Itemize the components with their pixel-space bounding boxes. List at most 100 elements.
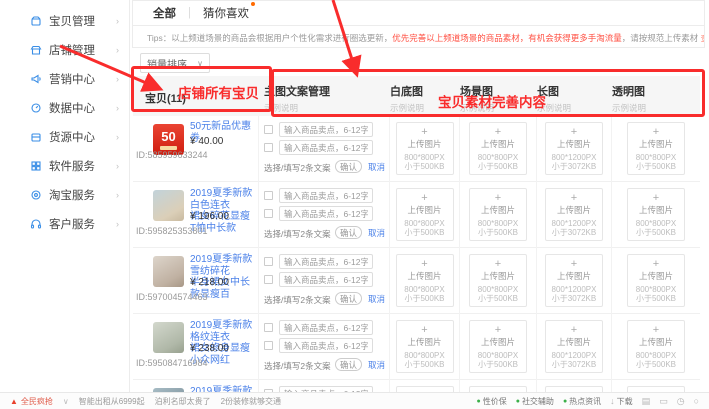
cancel-button[interactable]: 取消 xyxy=(368,293,385,305)
window-icon[interactable]: ▭ xyxy=(659,396,668,407)
download-button[interactable]: ↓下载 xyxy=(610,396,633,407)
sidebar-item-supply-center[interactable]: 货源中心 › xyxy=(0,122,129,151)
tips-text: Tips：以上频道场景的商品会根据用户个性化需求进行圈选更新， xyxy=(147,33,392,43)
tool-label: 性价保 xyxy=(483,396,507,407)
circle-icon[interactable]: ○ xyxy=(694,396,699,406)
long-cell: +上传图片800*1200PX小于3072KB xyxy=(537,248,612,314)
sidebar-item-taobao-service[interactable]: 淘宝服务 › xyxy=(0,180,129,209)
sidebar-item-label: 店铺管理 xyxy=(49,42,95,58)
bottom-link[interactable]: 2份装修就够交通 xyxy=(221,396,281,407)
bottom-link[interactable]: 智能出租从6999起 xyxy=(79,396,145,407)
product-thumbnail[interactable] xyxy=(153,322,184,353)
title-line1: 2019夏季新款雪纺碎花 xyxy=(190,254,252,277)
upload-label: 上传图片 xyxy=(470,336,526,348)
upload-long-button[interactable]: +上传图片800*1200PX小于3072KB xyxy=(545,188,603,241)
upload-long-button[interactable]: +上传图片800*1200PX小于3072KB xyxy=(545,320,603,373)
product-thumbnail[interactable] xyxy=(153,256,184,287)
upload-whitebg-button[interactable]: +上传图片800*800PX小于500KB xyxy=(396,188,454,241)
header-whitebg-label: 白底图 xyxy=(390,83,460,99)
store-icon xyxy=(30,131,42,143)
upload-scene-button[interactable]: +上传图片800*800PX小于500KB xyxy=(469,122,527,175)
selling-point-input[interactable] xyxy=(279,254,373,269)
upload-long-button[interactable]: +上传图片800*1200PX小于3072KB xyxy=(545,254,603,307)
whitebg-cell: +上传图片800*800PX小于500KB xyxy=(390,116,460,182)
copy-checkbox[interactable] xyxy=(264,209,273,218)
selling-point-input[interactable] xyxy=(279,140,373,155)
confirm-button[interactable]: 确认 xyxy=(335,358,362,371)
upload-label: 上传图片 xyxy=(397,138,453,150)
long-cell: +上传图片800*1200PX小于3072KB xyxy=(537,314,612,380)
selling-point-input[interactable] xyxy=(279,272,373,287)
selling-point-input[interactable] xyxy=(279,188,373,203)
upload-transparent-button[interactable]: +上传图片800*800PX小于500KB xyxy=(627,188,685,241)
upload-limit: 小于500KB xyxy=(628,162,684,171)
sidebar-item-software-service[interactable]: 软件服务 › xyxy=(0,151,129,180)
confirm-button[interactable]: 确认 xyxy=(335,160,362,173)
upload-long-button[interactable]: +上传图片800*1200PX小于3072KB xyxy=(545,122,603,175)
sample-note-link[interactable]: 示例说明 xyxy=(537,102,612,114)
sort-select[interactable]: 销量排序 ∨ xyxy=(140,53,210,73)
cancel-button[interactable]: 取消 xyxy=(368,161,385,173)
copy-checkbox[interactable] xyxy=(264,257,273,266)
selling-point-input[interactable] xyxy=(279,338,373,353)
long-cell: +上传图片800*1200PX小于3072KB xyxy=(537,182,612,248)
tool-price-protect[interactable]: ●性价保 xyxy=(476,396,506,407)
hot-deal-link[interactable]: ▲全民疯抢 xyxy=(10,396,53,407)
upload-scene-button[interactable]: +上传图片800*800PX小于500KB xyxy=(469,320,527,373)
copy-checkbox[interactable] xyxy=(264,323,273,332)
sample-note-link[interactable]: 示例说明 xyxy=(264,102,390,114)
cancel-button[interactable]: 取消 xyxy=(368,227,385,239)
copy-checkbox[interactable] xyxy=(264,191,273,200)
compass-icon xyxy=(30,102,42,114)
table-rows: 50 50元新品优惠券 ¥ 40.00 ID:585959633244 选择/填… xyxy=(133,116,700,392)
view-details-link[interactable]: 查看详情> xyxy=(701,33,704,43)
sidebar-item-data-center[interactable]: 数据中心 › xyxy=(0,93,129,122)
copy-checkbox[interactable] xyxy=(264,143,273,152)
sidebar-item-item-manage[interactable]: 宝贝管理 › xyxy=(0,6,129,35)
tab-all[interactable]: 全部 xyxy=(153,5,176,21)
upload-transparent-button[interactable]: +上传图片800*800PX小于500KB xyxy=(627,122,685,175)
green-dot-icon: ● xyxy=(476,398,480,405)
cancel-button[interactable]: 取消 xyxy=(368,359,385,371)
tool-social-assist[interactable]: ●社交辅助 xyxy=(516,396,554,407)
confirm-button[interactable]: 确认 xyxy=(335,226,362,239)
sidebar-item-label: 软件服务 xyxy=(49,158,95,174)
sample-note-link[interactable]: 示例说明 xyxy=(390,102,460,114)
sample-note-link[interactable]: 示例说明 xyxy=(612,102,700,114)
upload-limit: 小于3072KB xyxy=(546,228,602,237)
upload-scene-button[interactable]: +上传图片800*800PX小于500KB xyxy=(469,188,527,241)
bottom-link[interactable]: 泊利名邸太贵了 xyxy=(155,396,211,407)
hot-deal-label: 全民疯抢 xyxy=(21,396,53,407)
product-thumbnail[interactable] xyxy=(153,190,184,221)
tab-guess-you-like[interactable]: 猜你喜欢 xyxy=(203,5,249,21)
upload-whitebg-button[interactable]: +上传图片800*800PX小于500KB xyxy=(396,254,454,307)
tool-hot-news[interactable]: ●热点资讯 xyxy=(563,396,601,407)
upload-whitebg-button[interactable]: +上传图片800*800PX小于500KB xyxy=(396,122,454,175)
selling-point-input[interactable] xyxy=(279,320,373,335)
selling-point-input[interactable] xyxy=(279,206,373,221)
upload-whitebg-button[interactable]: +上传图片800*800PX小于500KB xyxy=(396,320,454,373)
copy-checkbox[interactable] xyxy=(264,275,273,284)
copy-checkbox[interactable] xyxy=(264,125,273,134)
product-cell: 2019夏季新款雪纺碎花半身裙女中长款显瘦百 ¥ 218.00 ID:59700… xyxy=(133,248,258,314)
title-line1: 2019夏季新款格纹连衣 xyxy=(190,320,252,343)
plus-icon: + xyxy=(546,325,602,335)
upload-scene-button[interactable]: +上传图片800*800PX小于500KB xyxy=(469,254,527,307)
copy-cell: 选择/填写2条文案 确认 取消 xyxy=(258,314,390,380)
shop-icon xyxy=(30,44,42,56)
sidebar-item-marketing[interactable]: 营销中心 › xyxy=(0,64,129,93)
upload-transparent-button[interactable]: +上传图片800*800PX小于500KB xyxy=(627,254,685,307)
selling-point-input[interactable] xyxy=(279,122,373,137)
sidebar-item-shop-manage[interactable]: 店铺管理 › xyxy=(0,35,129,64)
green-dot-icon: ● xyxy=(563,398,567,405)
sample-note-link[interactable]: 示例说明 xyxy=(460,102,537,114)
apps-icon[interactable]: ▤ xyxy=(642,396,651,407)
chevron-down-icon[interactable]: ∨ xyxy=(63,397,69,406)
confirm-button[interactable]: 确认 xyxy=(335,292,362,305)
upload-transparent-button[interactable]: +上传图片800*800PX小于500KB xyxy=(627,320,685,373)
product-cell: 2019夏季新款格纹连衣裙女修身显瘦小众网红 ¥ 238.00 ID:59508… xyxy=(133,314,258,380)
clock-icon[interactable]: ◷ xyxy=(677,396,685,407)
upload-limit: 小于500KB xyxy=(397,228,453,237)
sidebar-item-customer-service[interactable]: 客户服务 › xyxy=(0,209,129,238)
copy-checkbox[interactable] xyxy=(264,341,273,350)
